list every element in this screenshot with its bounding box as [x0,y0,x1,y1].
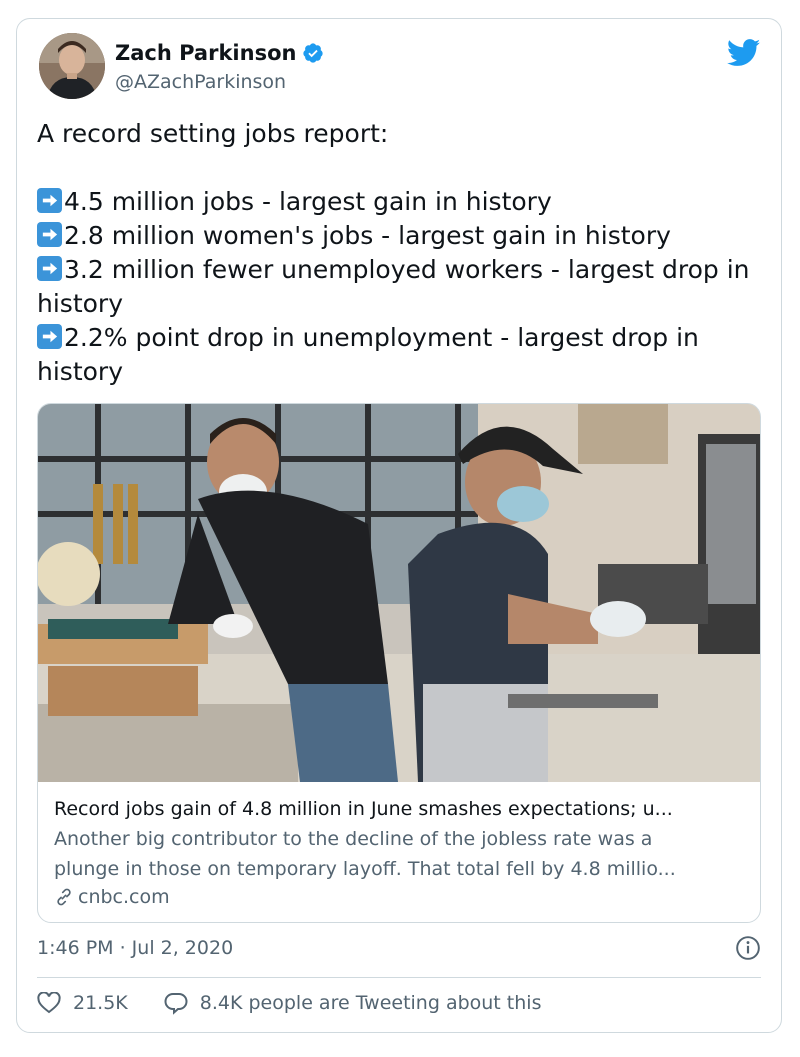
info-icon[interactable] [735,935,761,961]
verified-badge-icon [303,43,324,63]
twitter-bird-icon[interactable] [727,39,761,67]
right-arrow-icon [37,188,62,213]
link-description-2: plunge in those on temporary layoff. Tha… [54,858,676,880]
divider [37,977,761,978]
tweet-text: A record setting jobs report: 4.5 millio… [37,117,767,389]
tweet-bullet: 2.2% point drop in unemployment - larges… [37,323,699,386]
right-arrow-icon [37,324,62,349]
tweet-card: Zach Parkinson @AZachParkinson A record … [16,18,782,1033]
tweet-intro: A record setting jobs report: [37,119,389,148]
tweet-actions: 21.5K 8.4K people are Tweeting about thi… [37,991,577,1015]
author-handle[interactable]: @AZachParkinson [115,71,286,93]
right-arrow-icon [37,256,62,281]
tweet-bullet: 4.5 million jobs - largest gain in histo… [37,185,767,219]
like-count[interactable]: 21.5K [73,992,128,1014]
link-domain[interactable]: cnbc.com [54,883,750,911]
like-button[interactable]: 21.5K [37,992,128,1014]
tweet-timestamp[interactable]: 1:46 PM · Jul 2, 2020 [37,937,233,959]
tweeting-about-text[interactable]: 8.4K people are Tweeting about this [200,992,542,1014]
author-name[interactable]: Zach Parkinson [115,41,324,65]
tweet-bullet: 3.2 million fewer unemployed workers - l… [37,255,750,318]
link-preview-text[interactable]: Record jobs gain of 4.8 million in June … [54,796,750,911]
link-description-1: Another big contributor to the decline o… [54,828,653,850]
reply-bubble-icon [164,993,188,1015]
avatar[interactable] [39,33,105,99]
link-icon [57,888,71,906]
link-preview-card[interactable]: Record jobs gain of 4.8 million in June … [37,403,761,923]
tweet-bullet: 2.8 million women's jobs - largest gain … [37,219,767,253]
author-name-text[interactable]: Zach Parkinson [115,41,296,65]
heart-icon [37,992,61,1014]
link-preview-image[interactable] [38,404,761,782]
right-arrow-icon [37,222,62,247]
tweeting-about-button[interactable]: 8.4K people are Tweeting about this [164,991,542,1015]
link-title[interactable]: Record jobs gain of 4.8 million in June … [54,796,750,823]
link-domain-text[interactable]: cnbc.com [78,883,170,911]
